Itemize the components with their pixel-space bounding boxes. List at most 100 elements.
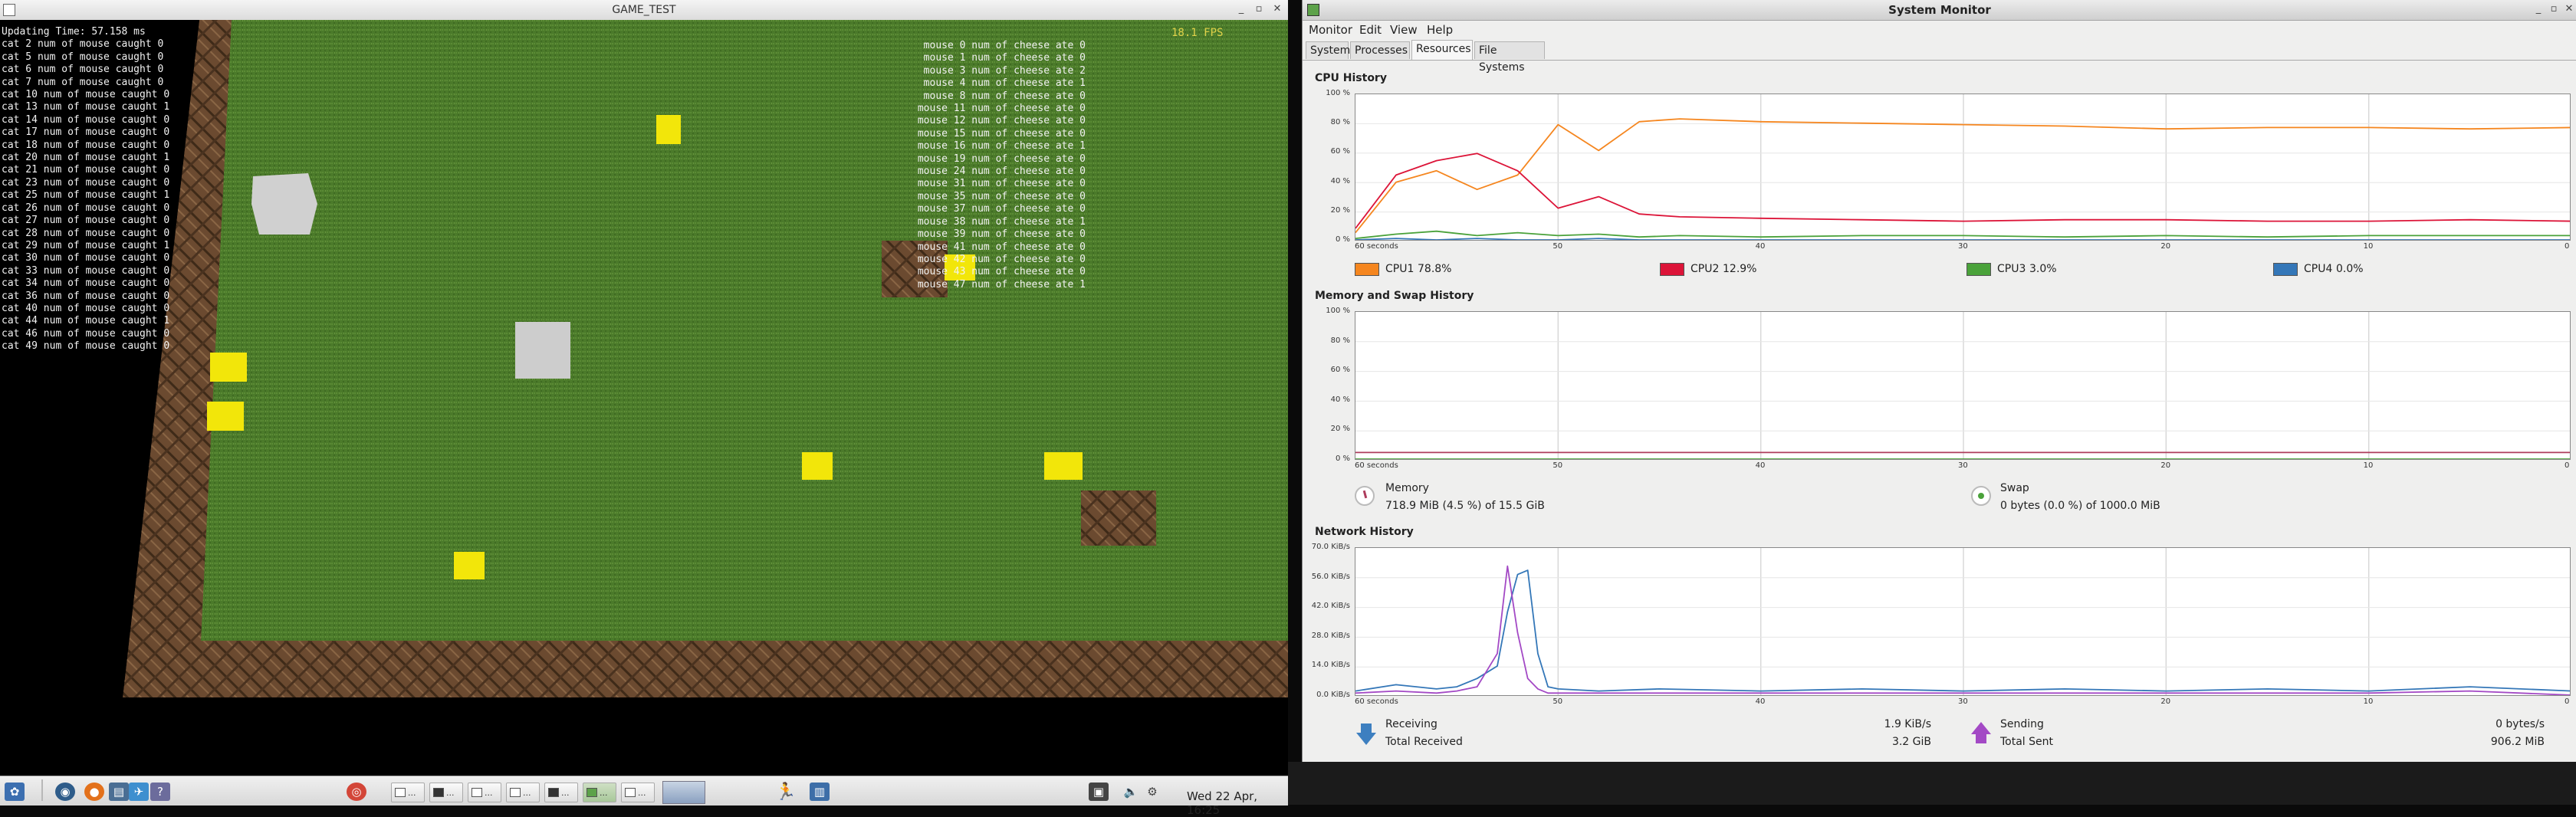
clock[interactable]: Wed 22 Apr, 16:25 xyxy=(1187,789,1288,817)
memory-y-tick: 0 % xyxy=(1335,454,1350,463)
network-y-tick: 14.0 KiB/s xyxy=(1311,661,1350,670)
system-monitor-window[interactable]: System Monitor _ ▫ ✕ Monitor Edit View H… xyxy=(1302,0,2576,762)
game-titlebar[interactable]: GAME_TEST _ ▫ ✕ xyxy=(0,0,1288,21)
cpu-graph xyxy=(1355,94,2571,241)
grass-floor xyxy=(201,20,1288,641)
mouse-stat-line: mouse 15 num of cheese ate 0 xyxy=(917,127,1086,139)
menu-launcher-icon[interactable]: ✿ xyxy=(5,783,25,801)
swap-label: Swap xyxy=(2000,482,2029,494)
taskbar: ✿ ◉ ● ▤ ✈ ? ◎ ... ... ... ... ... ... ..… xyxy=(0,776,1288,817)
minimize-icon[interactable]: _ xyxy=(1235,3,1247,15)
cpu-legend-value: 0.0% xyxy=(2336,263,2364,275)
tab-file-systems[interactable]: File Systems xyxy=(1474,41,1545,74)
cat-stat-line: cat 10 num of mouse caught 0 xyxy=(2,89,170,101)
mouse-stat-line: mouse 0 num of cheese ate 0 xyxy=(923,40,1086,51)
total-sent-label: Total Sent xyxy=(2000,736,2054,748)
separator xyxy=(41,779,43,801)
cpu-legend-label: CPU4 xyxy=(2304,263,2333,275)
wood-block xyxy=(1081,491,1156,546)
cpu-legend-swatch[interactable] xyxy=(1660,263,1684,276)
game-window[interactable]: GAME_TEST _ ▫ ✕ Updating Time: 57.158 ms… xyxy=(0,0,1288,776)
mouse-stat-line: mouse 42 num of cheese ate 0 xyxy=(917,253,1086,265)
close-icon[interactable]: ✕ xyxy=(2563,3,2575,15)
running-man-icon[interactable]: 🏃 xyxy=(775,783,796,802)
display-icon[interactable]: ▣ xyxy=(1089,783,1109,801)
volume-icon[interactable]: 🔈 xyxy=(1121,783,1141,801)
swap-gauge-icon xyxy=(1971,486,1991,506)
cat-stat-line: cat 6 num of mouse caught 0 xyxy=(2,64,164,76)
mouse-stat-line: mouse 47 num of cheese ate 1 xyxy=(917,278,1086,290)
cat-stat-line: cat 49 num of mouse caught 0 xyxy=(2,340,170,353)
cpu-legend-value: 12.9% xyxy=(1723,263,1757,275)
tab-bar: System Processes Resources File Systems xyxy=(1303,38,2576,74)
total-sent-value: 906.2 MiB xyxy=(2490,736,2545,748)
taskbar-window-button-active[interactable]: ... xyxy=(583,783,616,802)
cpu-x-tick: 0 xyxy=(2564,242,2570,251)
total-received-label: Total Received xyxy=(1385,736,1463,748)
help-icon[interactable]: ? xyxy=(150,783,170,801)
cat-stat-line: cat 29 num of mouse caught 1 xyxy=(2,239,170,251)
mouse-stat-line: mouse 12 num of cheese ate 0 xyxy=(917,115,1086,127)
tab-resources[interactable]: Resources xyxy=(1411,40,1473,60)
tool-icon[interactable]: ✈ xyxy=(129,783,149,801)
network-x-tick: 30 xyxy=(1958,697,1968,706)
network-x-tick: 0 xyxy=(2564,697,2570,706)
taskbar-window-button[interactable]: ... xyxy=(544,783,578,802)
menu-help[interactable]: Help xyxy=(1427,23,1453,37)
taskbar-window-button[interactable]: ... xyxy=(506,783,540,802)
cat-stat-line: cat 20 num of mouse caught 1 xyxy=(2,152,170,164)
memory-x-tick: 60 seconds xyxy=(1355,461,1398,470)
memory-x-tick: 30 xyxy=(1958,461,1968,470)
terminal-icon[interactable]: ▤ xyxy=(109,783,129,801)
menu-edit[interactable]: Edit xyxy=(1359,23,1382,37)
cat-stat-line: cat 7 num of mouse caught 0 xyxy=(2,76,164,88)
game-scene[interactable] xyxy=(0,20,1288,776)
cpu-legend-label: CPU2 xyxy=(1691,263,1720,275)
taskbar-window-button[interactable]: ... xyxy=(391,783,425,802)
minimize-icon[interactable]: _ xyxy=(2532,3,2545,15)
memory-x-tick: 40 xyxy=(1755,461,1766,470)
tab-system[interactable]: System xyxy=(1306,41,1350,59)
maximize-icon[interactable]: ▫ xyxy=(2548,3,2560,15)
taskbar-window-button[interactable]: ... xyxy=(468,783,501,802)
cpu-legend-swatch[interactable] xyxy=(1355,263,1379,276)
memory-x-tick: 20 xyxy=(2160,461,2171,470)
file-manager-icon[interactable]: ▥ xyxy=(810,783,830,801)
mouse-stat-line: mouse 41 num of cheese ate 0 xyxy=(917,241,1086,253)
cat-stat-line: cat 30 num of mouse caught 0 xyxy=(2,252,170,264)
sysmon-titlebar[interactable]: System Monitor _ ▫ ✕ xyxy=(1303,0,2576,21)
cat-stat-line: cat 18 num of mouse caught 0 xyxy=(2,139,170,151)
workspace-switcher[interactable] xyxy=(662,781,705,804)
mouse-stat-line: mouse 11 num of cheese ate 0 xyxy=(917,103,1086,115)
cat-stat-line: cat 34 num of mouse caught 0 xyxy=(2,277,170,290)
network-y-tick: 28.0 KiB/s xyxy=(1311,631,1350,640)
network-y-tick: 70.0 KiB/s xyxy=(1311,543,1350,551)
memory-value: 718.9 MiB (4.5 %) of 15.5 GiB xyxy=(1385,500,1545,512)
menu-view[interactable]: View xyxy=(1390,23,1418,37)
firefox-icon[interactable]: ● xyxy=(84,783,104,801)
chrome-icon[interactable]: ◎ xyxy=(347,783,366,801)
cpu-legend-swatch[interactable] xyxy=(2273,263,2298,276)
maximize-icon[interactable]: ▫ xyxy=(1253,3,1265,15)
memory-gauge-icon xyxy=(1355,486,1375,506)
menu-monitor[interactable]: Monitor xyxy=(1309,23,1352,37)
cpu-legend-swatch[interactable] xyxy=(1967,263,1991,276)
chromium-icon[interactable]: ◉ xyxy=(55,783,75,801)
memory-history-title: Memory and Swap History xyxy=(1315,290,1474,302)
receiving-label: Receiving xyxy=(1385,718,1438,730)
cat-stat-line: cat 13 num of mouse caught 1 xyxy=(2,101,170,113)
cat-stat-line: cat 2 num of mouse caught 0 xyxy=(2,38,164,51)
close-icon[interactable]: ✕ xyxy=(1271,3,1283,15)
cat-block xyxy=(515,322,570,379)
mouse-stat-line: mouse 24 num of cheese ate 0 xyxy=(917,166,1086,178)
taskbar-window-button[interactable]: ... xyxy=(429,783,463,802)
taskbar-window-button[interactable]: ... xyxy=(621,783,655,802)
tab-processes[interactable]: Processes xyxy=(1350,41,1410,59)
cheese-block xyxy=(210,353,247,382)
cheese-block xyxy=(454,552,485,579)
network-history-title: Network History xyxy=(1315,526,1414,538)
network-y-tick: 56.0 KiB/s xyxy=(1311,572,1350,581)
cpu-y-tick: 100 % xyxy=(1326,89,1350,97)
network-tray-icon[interactable]: ⚙ xyxy=(1142,783,1162,801)
memory-y-tick: 80 % xyxy=(1330,336,1350,345)
